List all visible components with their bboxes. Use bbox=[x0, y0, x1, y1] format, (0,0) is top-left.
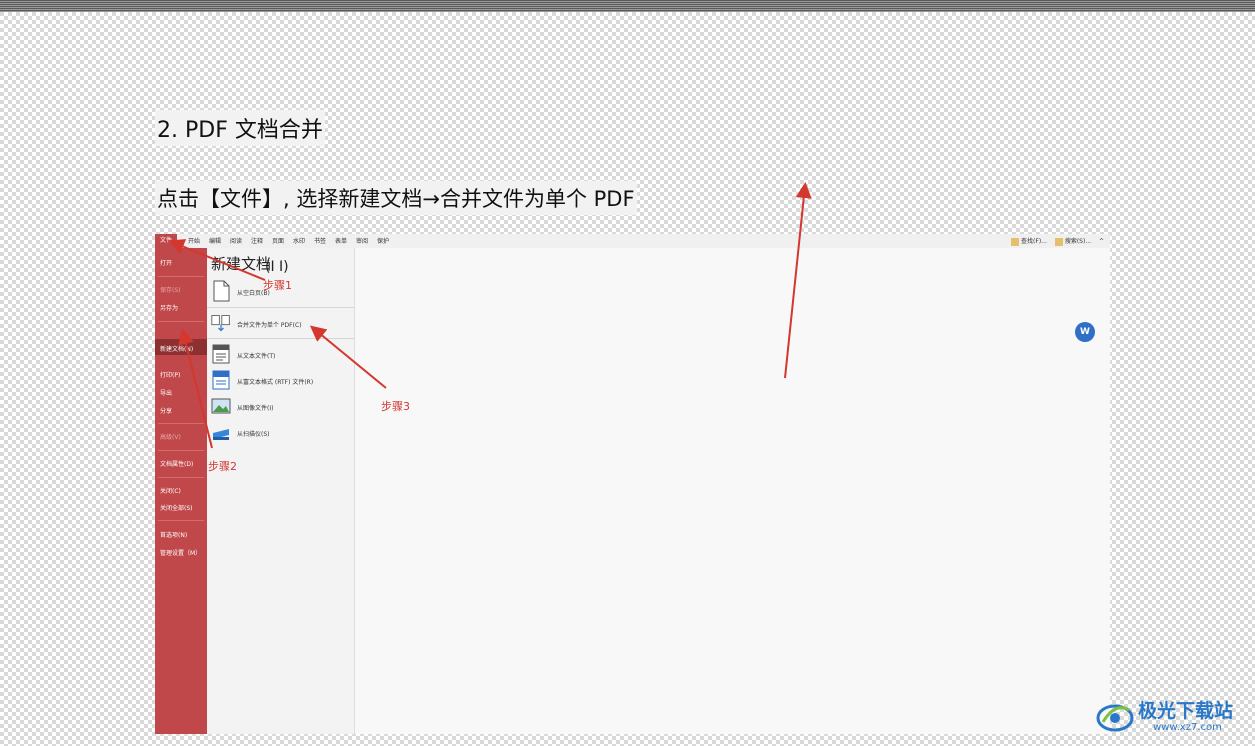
annotation-arrows bbox=[168, 182, 812, 449]
step1-arrow bbox=[168, 239, 266, 281]
watermark-url: www.xz7.com bbox=[1153, 722, 1222, 733]
site-watermark: 极光下载站 www.xz7.com bbox=[1095, 694, 1255, 738]
step2-arrow bbox=[178, 328, 213, 449]
watermark-name: 极光下载站 bbox=[1138, 700, 1234, 722]
aurora-logo-icon bbox=[1096, 704, 1134, 732]
step3-arrow bbox=[309, 325, 387, 389]
instruction-arrow bbox=[784, 182, 812, 379]
